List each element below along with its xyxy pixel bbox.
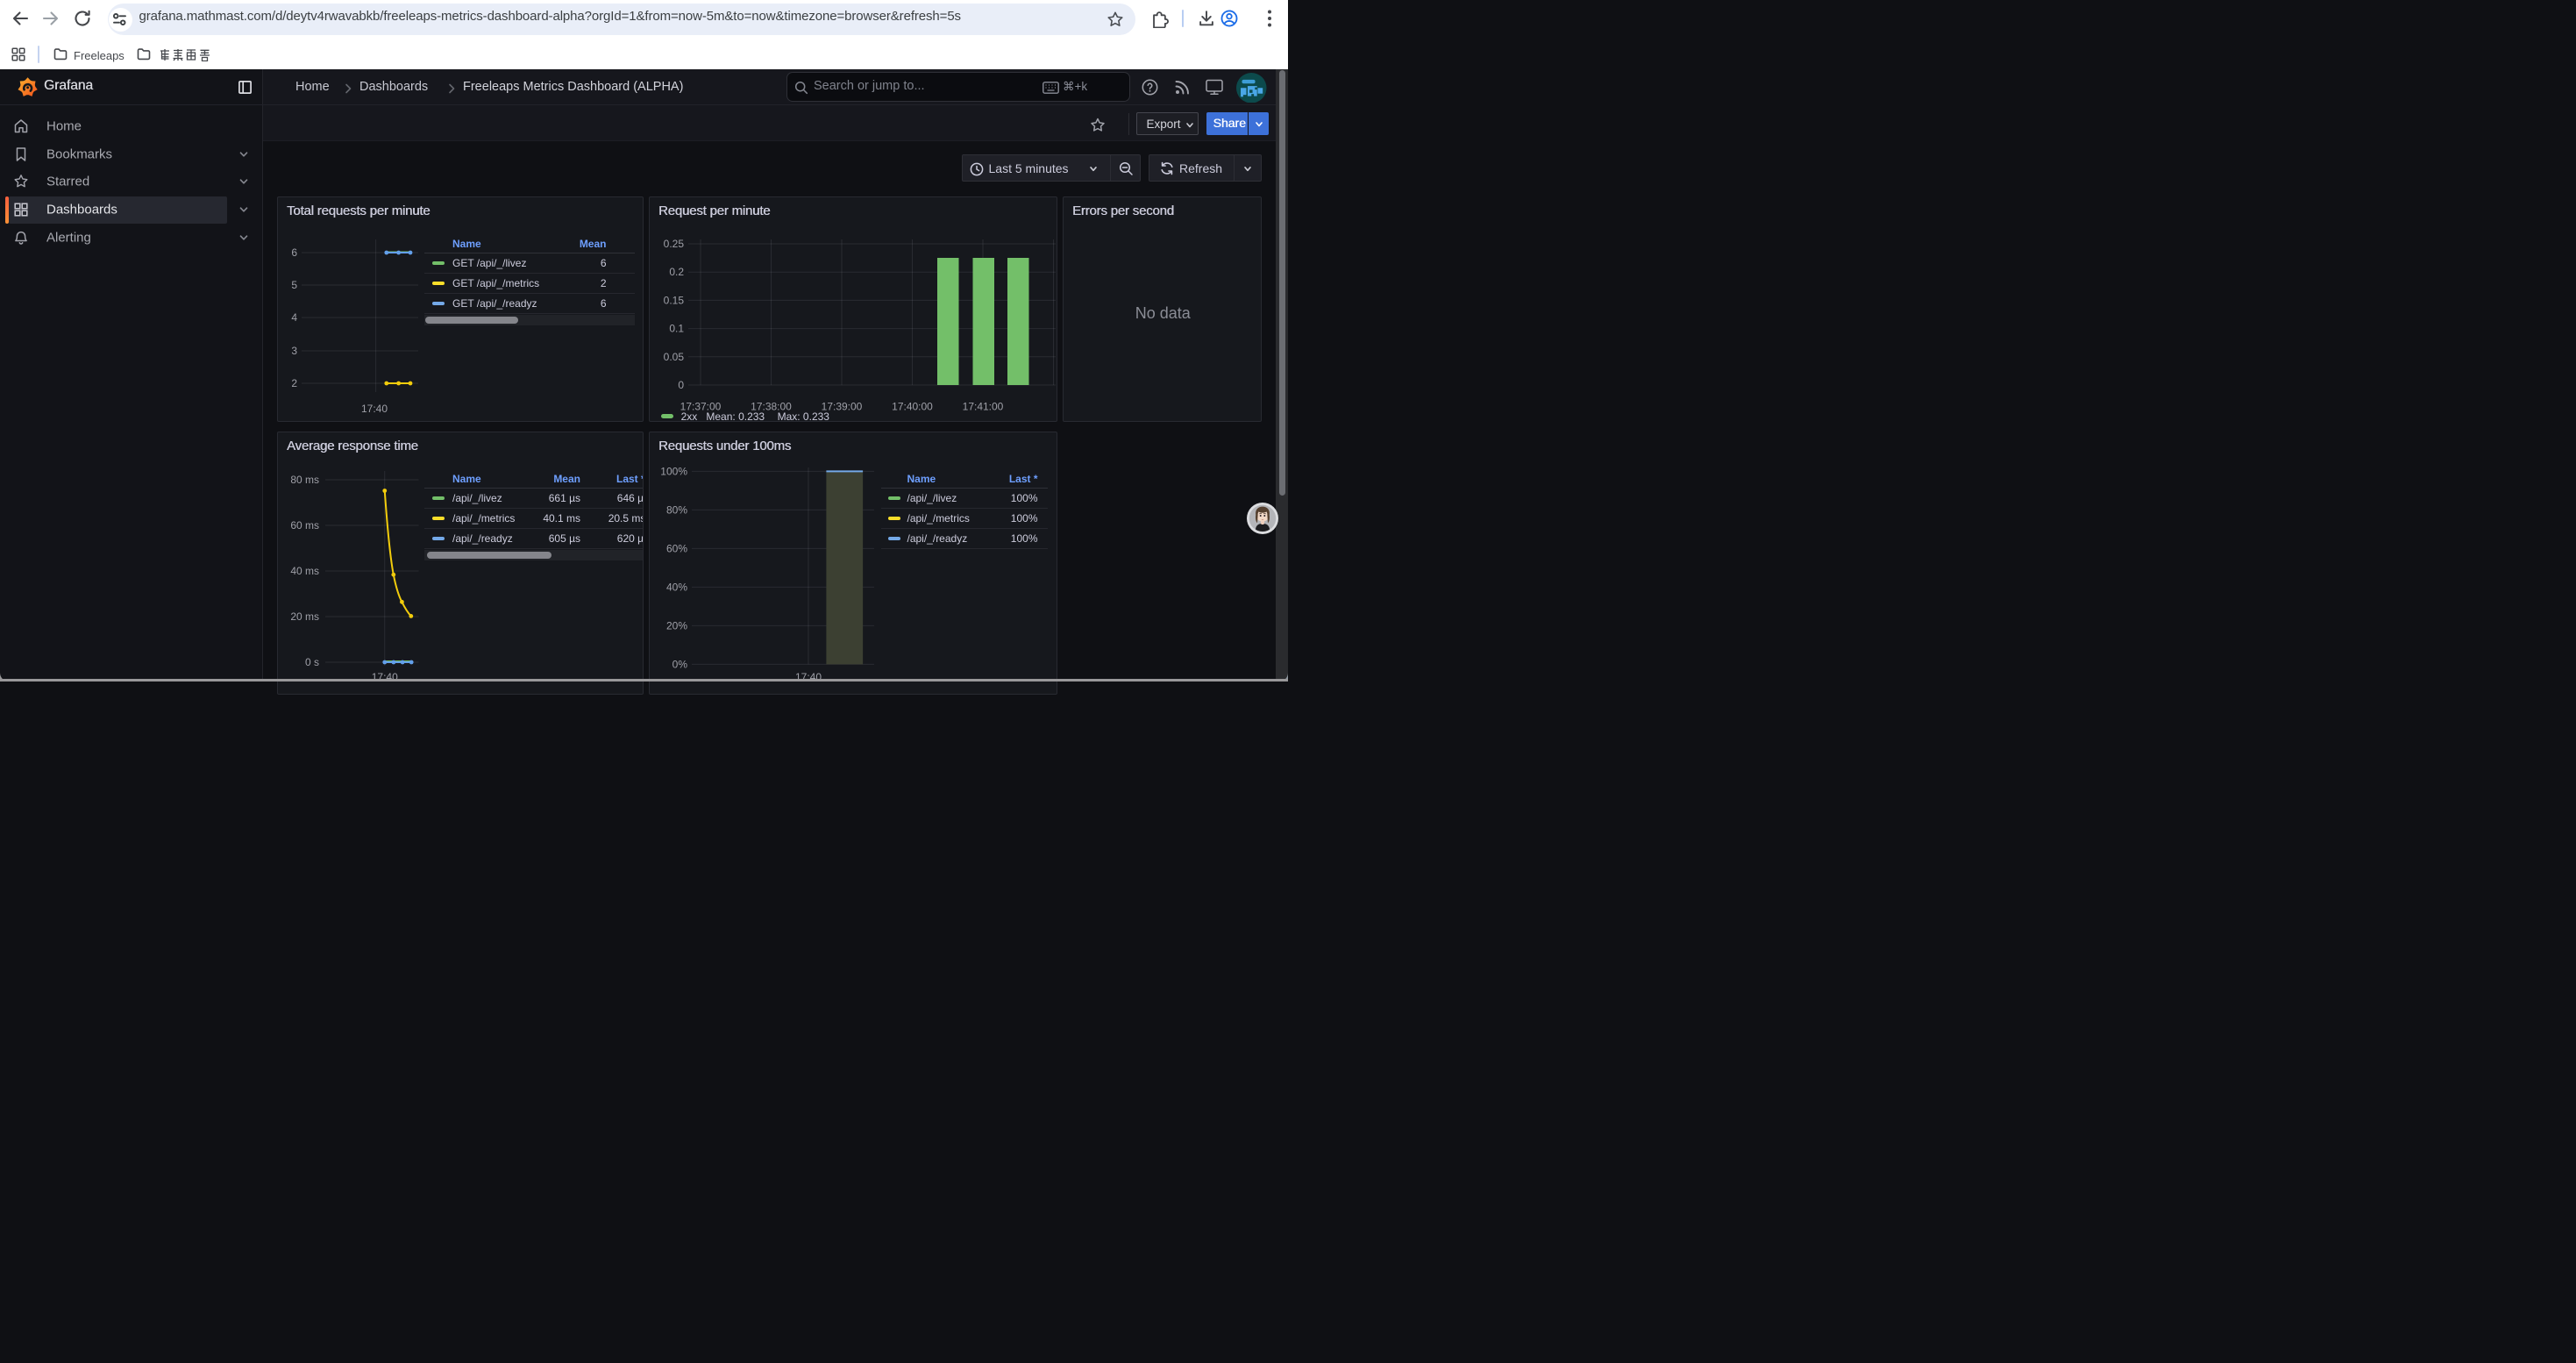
svg-text:2: 2: [291, 377, 297, 389]
svg-text:80 ms: 80 ms: [290, 474, 319, 486]
svg-text:2xx: 2xx: [681, 410, 698, 422]
svg-text:0%: 0%: [672, 658, 688, 670]
svg-text:60%: 60%: [666, 542, 687, 554]
svg-text:6: 6: [291, 246, 297, 259]
svg-text:80%: 80%: [666, 503, 687, 516]
svg-text:17:40: 17:40: [361, 403, 388, 415]
svg-text:20 ms: 20 ms: [290, 610, 319, 623]
svg-text:40 ms: 40 ms: [290, 565, 319, 577]
svg-text:0.1: 0.1: [669, 323, 684, 335]
svg-text:0: 0: [678, 379, 684, 391]
svg-text:0.05: 0.05: [664, 351, 685, 363]
svg-text:0.15: 0.15: [664, 294, 685, 306]
svg-text:60 ms: 60 ms: [290, 519, 319, 532]
svg-text:0.25: 0.25: [664, 238, 685, 250]
svg-text:4: 4: [291, 311, 297, 324]
svg-text:100%: 100%: [660, 465, 687, 477]
svg-text:17:41:00: 17:41:00: [963, 401, 1004, 413]
svg-text:0.2: 0.2: [669, 266, 684, 278]
svg-text:17:40:00: 17:40:00: [892, 401, 933, 413]
svg-text:5: 5: [291, 279, 297, 291]
svg-text:Max: 0.233: Max: 0.233: [778, 410, 830, 422]
svg-text:0 s: 0 s: [305, 656, 319, 668]
svg-text:20%: 20%: [666, 619, 687, 632]
svg-text:3: 3: [291, 345, 297, 357]
svg-text:Mean: 0.233: Mean: 0.233: [706, 410, 765, 422]
svg-text:40%: 40%: [666, 581, 687, 593]
